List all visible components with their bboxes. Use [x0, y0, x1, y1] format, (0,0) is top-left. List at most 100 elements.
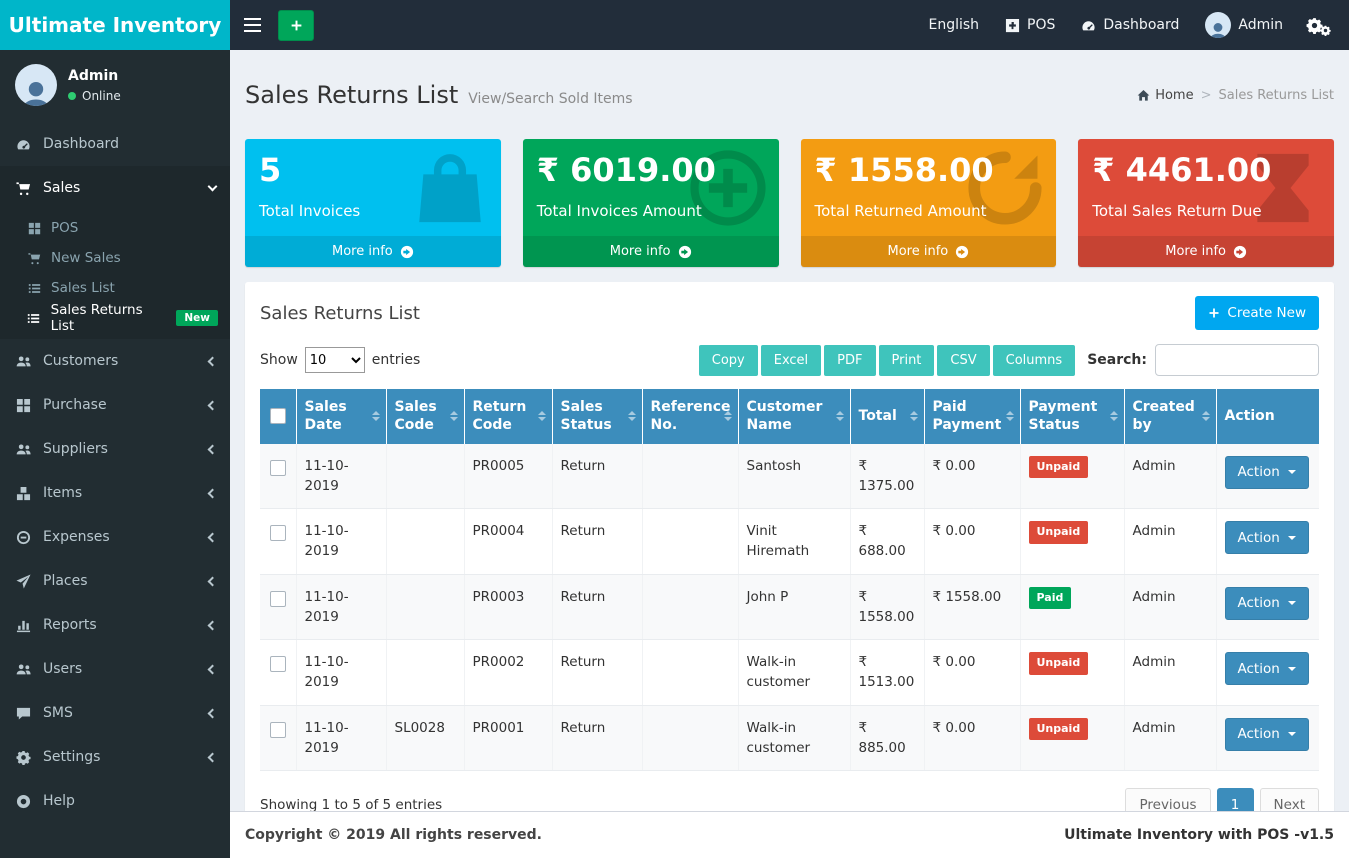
column-header-total[interactable]: Total	[850, 389, 924, 443]
action-button[interactable]: Action	[1225, 587, 1309, 620]
sidebar-item-settings[interactable]: Settings	[0, 735, 230, 779]
more-info-link[interactable]: More info	[523, 236, 779, 267]
sidebar-item-expenses[interactable]: Expenses	[0, 515, 230, 559]
sidebar-item-sms[interactable]: SMS	[0, 691, 230, 735]
table-row: 11-10-2019PR0005ReturnSantosh₹ 1375.00₹ …	[260, 444, 1319, 509]
sidebar-subitem-pos[interactable]: POS	[0, 213, 230, 243]
column-header-return-code[interactable]: Return Code	[464, 389, 552, 443]
cell-action: Action	[1216, 444, 1319, 509]
action-button[interactable]: Action	[1225, 456, 1309, 489]
chevron-left-icon	[208, 708, 218, 718]
cell-sales-date: 11-10-2019	[296, 444, 386, 509]
select-all-checkbox[interactable]	[270, 408, 286, 424]
sidebar-item-dashboard[interactable]: Dashboard	[0, 122, 230, 166]
language-label: English	[928, 17, 979, 33]
row-checkbox[interactable]	[270, 460, 286, 476]
column-header-reference-no[interactable]: Reference No.	[642, 389, 738, 443]
language-menu[interactable]: English	[915, 0, 992, 50]
action-button[interactable]: Action	[1225, 652, 1309, 685]
sidebar-item-label: Dashboard	[43, 136, 216, 152]
breadcrumb-home-link[interactable]: Home	[1137, 88, 1193, 103]
sidebar-item-suppliers[interactable]: Suppliers	[0, 427, 230, 471]
infobox-body: 5Total Invoices	[245, 139, 501, 236]
row-checkbox[interactable]	[270, 591, 286, 607]
cell-total: ₹ 885.00	[850, 705, 924, 771]
cell-reference-no	[642, 509, 738, 575]
cell-sales-date: 11-10-2019	[296, 574, 386, 640]
sidebar-item-customers[interactable]: Customers	[0, 339, 230, 383]
cell-sales-code	[386, 444, 464, 509]
gauge-icon	[14, 137, 32, 152]
sort-icon	[1202, 411, 1210, 421]
export-button-copy[interactable]: Copy	[699, 345, 758, 376]
cell-created-by: Admin	[1124, 509, 1216, 575]
quick-add-button[interactable]	[278, 10, 314, 41]
cell-return-code: PR0005	[464, 444, 552, 509]
sidebar-subitem-new-sales[interactable]: New Sales	[0, 243, 230, 273]
more-info-link[interactable]: More info	[801, 236, 1057, 267]
sidebar-user-status[interactable]: Online	[68, 89, 121, 103]
cell-sales-date: 11-10-2019	[296, 640, 386, 706]
more-info-link[interactable]: More info	[1078, 236, 1334, 267]
sidebar-item-label: Reports	[43, 617, 198, 633]
create-new-button[interactable]: Create New	[1195, 296, 1319, 330]
infobox-label: Total Returned Amount	[815, 202, 1043, 220]
pos-link[interactable]: POS	[992, 0, 1068, 50]
brand-logo[interactable]: Ultimate Inventory	[0, 0, 230, 50]
pagination-page-1-button[interactable]: 1	[1217, 788, 1254, 811]
pagination-next-button[interactable]: Next	[1260, 788, 1319, 811]
sidebar-item-items[interactable]: Items	[0, 471, 230, 515]
breadcrumb-separator: >	[1201, 88, 1212, 103]
action-button[interactable]: Action	[1225, 521, 1309, 554]
sidebar-subitem-label: New Sales	[51, 250, 121, 266]
infobox-total-sales-return-due: ₹ 4461.00Total Sales Return DueMore info	[1078, 139, 1334, 267]
chevron-left-icon	[208, 664, 218, 674]
cell-sales-status: Return	[552, 640, 642, 706]
column-header-paid-payment[interactable]: Paid Payment	[924, 389, 1020, 443]
sidebar-subitem-sales-list[interactable]: Sales List	[0, 273, 230, 303]
export-button-print[interactable]: Print	[879, 345, 935, 376]
more-info-label: More info	[610, 244, 671, 259]
sidebar-item-sales[interactable]: Sales	[0, 166, 230, 210]
column-header-action[interactable]: Action	[1216, 389, 1319, 443]
gear-icon	[14, 750, 32, 765]
sort-icon	[372, 411, 380, 421]
column-header-created-by[interactable]: Created by	[1124, 389, 1216, 443]
column-header-payment-status[interactable]: Payment Status	[1020, 389, 1124, 443]
cell-reference-no	[642, 444, 738, 509]
dashboard-link[interactable]: Dashboard	[1068, 0, 1192, 50]
infobox-label: Total Sales Return Due	[1092, 202, 1320, 220]
row-checkbox[interactable]	[270, 656, 286, 672]
column-header-label: Created by	[1133, 399, 1195, 433]
sidebar-item-purchase[interactable]: Purchase	[0, 383, 230, 427]
people-icon	[14, 354, 32, 369]
chevron-left-icon	[208, 444, 218, 454]
column-header-sales-date[interactable]: Sales Date	[296, 389, 386, 443]
export-button-columns[interactable]: Columns	[993, 345, 1076, 376]
search-label: Search:	[1087, 352, 1147, 368]
sidebar-subitem-sales-returns-list[interactable]: Sales Returns ListNew	[0, 303, 230, 333]
more-info-link[interactable]: More info	[245, 236, 501, 267]
gear-icon	[1320, 25, 1331, 36]
sidebar-item-help[interactable]: Help	[0, 779, 230, 823]
sidebar-toggle-button[interactable]	[230, 0, 274, 50]
row-checkbox[interactable]	[270, 525, 286, 541]
export-button-pdf[interactable]: PDF	[824, 345, 875, 376]
column-header-customer-name[interactable]: Customer Name	[738, 389, 850, 443]
row-checkbox[interactable]	[270, 722, 286, 738]
user-menu[interactable]: Admin	[1192, 0, 1296, 50]
export-button-excel[interactable]: Excel	[761, 345, 821, 376]
settings-menu[interactable]	[1296, 0, 1349, 50]
action-button[interactable]: Action	[1225, 718, 1309, 751]
export-button-csv[interactable]: CSV	[937, 345, 989, 376]
sidebar-item-users[interactable]: Users	[0, 647, 230, 691]
pagination-previous-button[interactable]: Previous	[1125, 788, 1210, 811]
sidebar-item-reports[interactable]: Reports	[0, 603, 230, 647]
table-header-row: Sales DateSales CodeReturn CodeSales Sta…	[260, 389, 1319, 443]
search-input[interactable]	[1155, 344, 1319, 376]
column-header-sales-code[interactable]: Sales Code	[386, 389, 464, 443]
sidebar-item-places[interactable]: Places	[0, 559, 230, 603]
page-length-select[interactable]: 10	[305, 347, 365, 373]
column-header-sales-status[interactable]: Sales Status	[552, 389, 642, 443]
cell-customer-name: Santosh	[738, 444, 850, 509]
